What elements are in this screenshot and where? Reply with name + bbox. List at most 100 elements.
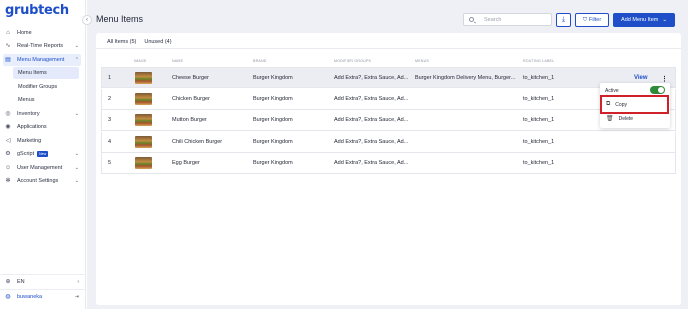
globe-icon: ⊕ (5, 279, 11, 285)
search-input[interactable] (484, 16, 544, 24)
chevron-right-icon: › (77, 279, 79, 285)
sidebar-subitem-modifier-groups[interactable]: Modifier Groups (13, 81, 79, 93)
sidebar-item-user-management[interactable]: ☺ User Management ⌄ (3, 162, 81, 174)
item-modifier-groups: Add Extra?, Extra Sauce, Ad... (334, 139, 409, 145)
table-row[interactable]: 2 Chicken Burger Burger Kingdom Add Extr… (101, 89, 676, 110)
sidebar-item-label: User Management (17, 165, 63, 171)
table-row[interactable]: 4 Chili Chicken Burger Burger Kingdom Ad… (101, 132, 676, 153)
user-icon: ☺ (5, 165, 12, 171)
item-routing-label: to_kitchen_1 (523, 117, 555, 123)
item-brand: Burger Kingdom (253, 96, 293, 102)
sidebar-subitem-label: Menu Items (18, 70, 47, 76)
tab-divider (96, 48, 681, 49)
logout-icon[interactable]: ⇥ (75, 294, 79, 300)
sidebar-item-home[interactable]: ⌂ Home (3, 27, 81, 39)
sidebar-item-label: Applications (17, 124, 47, 130)
item-routing-label: to_kitchen_1 (523, 75, 555, 81)
sidebar-subitem-menus[interactable]: Menus (13, 94, 79, 106)
sidebar-divider (0, 274, 86, 275)
column-header-routing-label[interactable]: ROUTING LABEL (523, 59, 554, 63)
column-header-brand[interactable]: BRAND (253, 59, 267, 63)
view-link[interactable]: View (634, 75, 648, 81)
table-row[interactable]: 1 Cheese Burger Burger Kingdom Add Extra… (101, 67, 676, 88)
item-routing-label: to_kitchen_1 (523, 96, 555, 102)
sidebar-subitem-label: Menus (18, 97, 35, 103)
row-number: 2 (108, 96, 112, 102)
copy-label: Copy (615, 101, 627, 108)
filter-button[interactable]: ⛉ Filter (575, 13, 609, 27)
chart-icon: ∿ (5, 43, 11, 49)
more-options-icon[interactable]: ⋮ (661, 75, 668, 83)
item-name: Egg Burger (172, 160, 200, 166)
item-image (135, 114, 152, 126)
column-header-modifier-groups[interactable]: MODIFIER GROUPS (334, 59, 371, 63)
active-toggle[interactable] (650, 86, 665, 94)
item-routing-label: to_kitchen_1 (523, 139, 555, 145)
item-modifier-groups: Add Extra?, Extra Sauce, Ad... (334, 117, 409, 123)
item-brand: Burger Kingdom (253, 117, 293, 123)
sidebar-divider (0, 289, 86, 290)
sidebar-item-label: gScript (17, 151, 35, 157)
table-row[interactable]: 5 Egg Burger Burger Kingdom Add Extra?, … (101, 153, 676, 174)
item-name: Mutton Burger (172, 117, 207, 123)
sidebar-item-label: Home (17, 30, 32, 36)
item-name: Chili Chicken Burger (172, 139, 223, 145)
chevron-up-icon: ⌃ (74, 57, 79, 63)
sidebar-subitem-label: Modifier Groups (18, 84, 58, 90)
item-routing-label: to_kitchen_1 (523, 160, 555, 166)
row-number: 1 (108, 75, 112, 81)
sidebar-item-gscript[interactable]: ⚙ gScript New ⌄ (3, 148, 81, 160)
grubtech-logo[interactable]: grubtech (5, 3, 69, 18)
language-selector[interactable]: ⊕ EN › (3, 276, 81, 288)
sidebar: grubtech ⌂ Home ∿ Real-Time Reports ⌄ ▤ … (0, 0, 86, 309)
search-icon (469, 17, 474, 22)
language-label: EN (17, 279, 25, 285)
sidebar-item-menu-management[interactable]: ▤ Menu Management ⌃ (3, 54, 81, 66)
column-header-name[interactable]: NAME (172, 59, 183, 63)
item-name: Chicken Burger (172, 96, 210, 102)
item-brand: Burger Kingdom (253, 160, 293, 166)
sidebar-item-label: Account Settings (17, 178, 59, 184)
chevron-down-icon: ⌄ (74, 178, 79, 184)
sidebar-item-label: Inventory (17, 111, 40, 117)
script-icon: ⚙ (5, 151, 11, 157)
trash-icon: 🗑 (606, 116, 614, 122)
sidebar-item-label: Marketing (17, 138, 42, 144)
page-title: Menu Items (96, 14, 144, 24)
item-brand: Burger Kingdom (253, 75, 293, 81)
user-name: buwaneka (17, 294, 43, 300)
sidebar-item-label: Menu Management (17, 57, 65, 63)
item-modifier-groups: Add Extra?, Extra Sauce, Ad... (334, 96, 409, 102)
table-row[interactable]: 3 Mutton Burger Burger Kingdom Add Extra… (101, 110, 676, 131)
item-image (135, 136, 152, 148)
item-menus: Burger Kingdom Delivery Menu, Burger... (415, 75, 516, 81)
sidebar-item-account-settings[interactable]: ✻ Account Settings ⌄ (3, 175, 81, 187)
row-number: 3 (108, 117, 112, 123)
add-menu-item-label: Add Menu Item (621, 17, 659, 23)
sidebar-item-applications[interactable]: ◉ Applications (3, 121, 81, 133)
chevron-down-icon: ⌄ (74, 151, 79, 157)
column-header-image: IMAGE (134, 59, 147, 63)
add-menu-item-button[interactable]: Add Menu Item ⌄ (613, 13, 675, 27)
sidebar-item-real-time-reports[interactable]: ∿ Real-Time Reports ⌄ (3, 40, 81, 52)
sidebar-item-inventory[interactable]: ◎ Inventory ⌄ (3, 108, 81, 120)
chevron-down-icon: ⌄ (74, 165, 79, 171)
sidebar-subitem-menu-items[interactable]: Menu Items (13, 67, 79, 79)
download-button[interactable]: ⤓ (556, 13, 571, 27)
menu-icon: ▤ (5, 57, 11, 63)
search-box[interactable] (463, 13, 552, 26)
item-image (135, 93, 152, 105)
item-modifier-groups: Add Extra?, Extra Sauce, Ad... (334, 75, 409, 81)
megaphone-icon: ◁ (5, 138, 11, 144)
copy-menu-item[interactable]: ⧉ Copy (606, 101, 627, 108)
user-profile[interactable]: ◍ buwaneka ⇥ (3, 291, 81, 303)
settings-icon: ✻ (5, 178, 11, 184)
active-label: Active (605, 88, 619, 94)
download-icon: ⤓ (561, 16, 566, 23)
column-header-menus[interactable]: MENUS (415, 59, 429, 63)
delete-menu-item[interactable]: 🗑 Delete (606, 115, 633, 123)
row-number: 4 (108, 139, 112, 145)
sidebar-item-marketing[interactable]: ◁ Marketing (3, 135, 81, 147)
item-image (135, 72, 152, 84)
collapse-sidebar-button[interactable]: ‹ (82, 15, 92, 25)
